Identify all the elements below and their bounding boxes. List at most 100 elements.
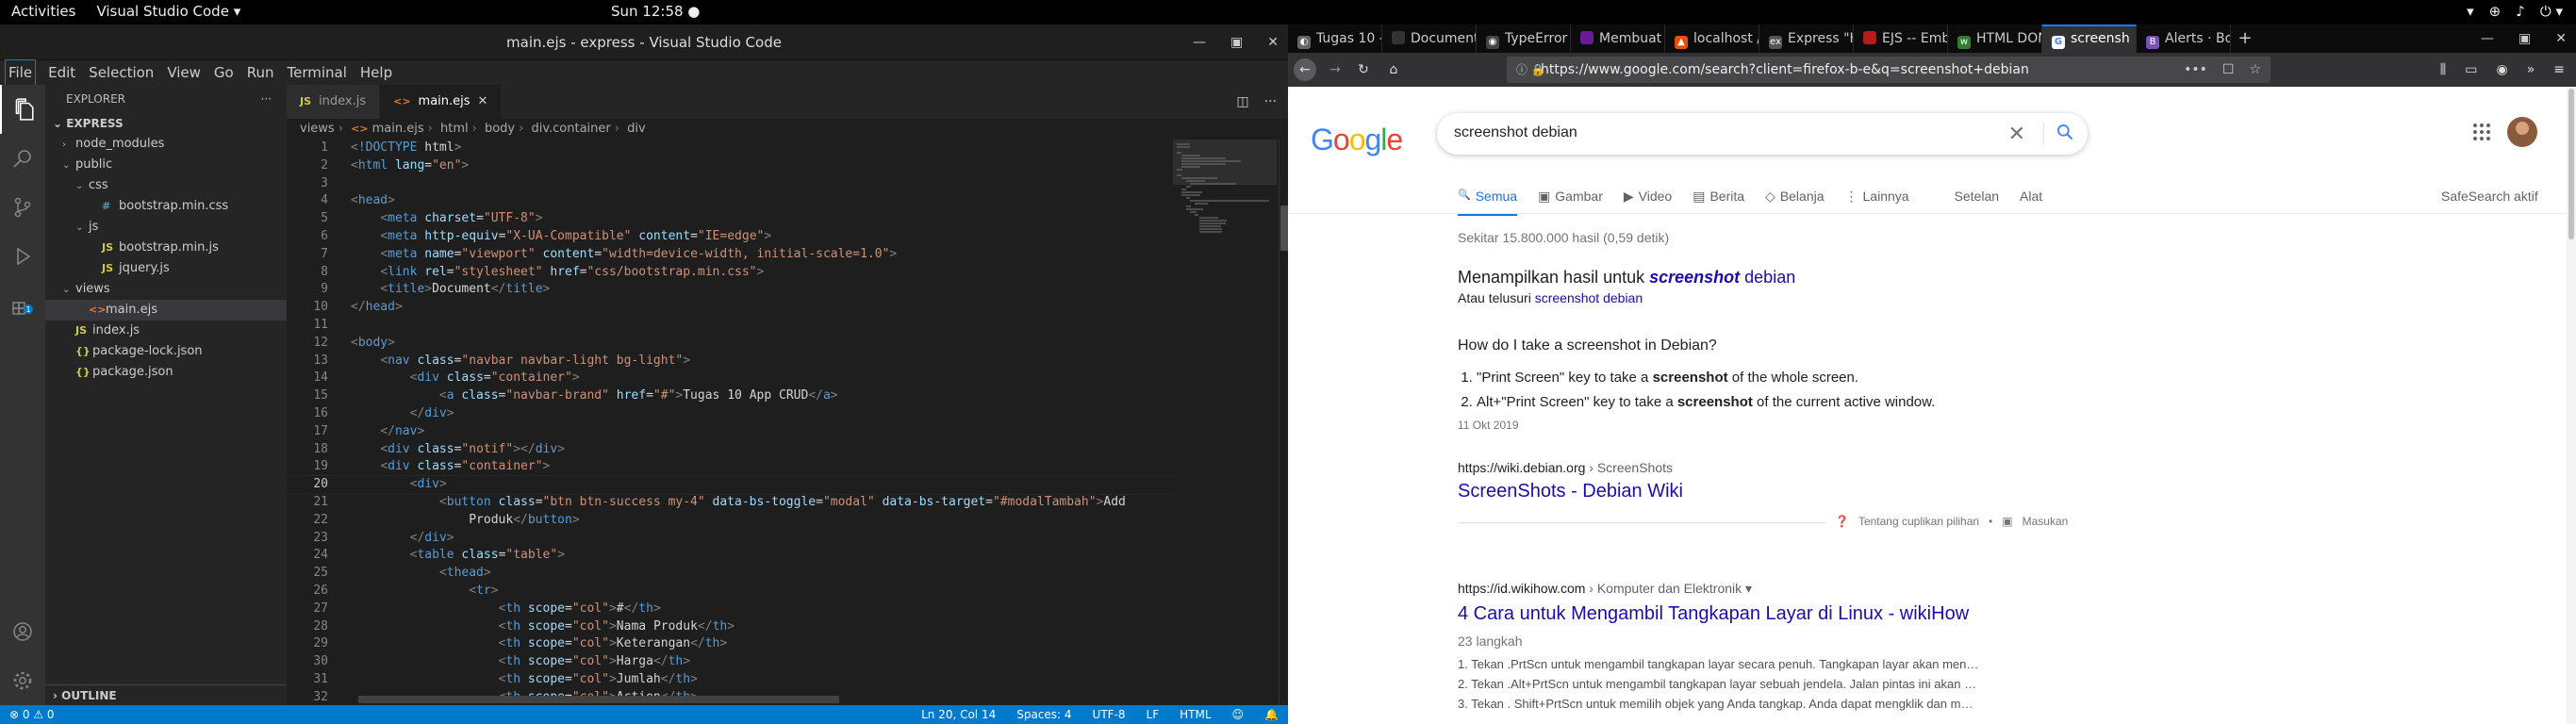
system-tray[interactable]: ▾ ⊕ ♪ ⏻ ▾ [2467,3,2563,20]
code-line[interactable]: 4 <head> [287,192,1173,210]
page-scrollbar[interactable] [2567,87,2576,724]
more-actions-icon[interactable]: ··· [1264,85,1277,119]
maximize-button[interactable]: ▣ [2518,25,2531,53]
code-line[interactable]: 9 <title>Document</title> [287,281,1173,299]
code-line[interactable]: 24 <table class="table"> [287,547,1173,565]
code-line[interactable]: 2 <html lang="en"> [287,157,1173,175]
indentation[interactable]: Spaces: 4 [1016,705,1071,724]
result-url[interactable]: https://wiki.debian.org › ScreenShots [1458,460,1673,475]
feedback-link[interactable]: Masukan [2023,515,2069,528]
code-line[interactable]: 12 <body> [287,335,1173,353]
search-input[interactable]: screenshot debian [1454,124,1577,141]
breadcrumb-item[interactable]: div [627,122,646,136]
tree-item[interactable]: ⌄ views [45,279,287,300]
code-editor[interactable]: 1 <!DOCTYPE html> 2 <html lang="en"> 3 4 <head… [287,140,1173,705]
tree-item[interactable]: ⌄ js [45,217,287,238]
breadcrumb-item[interactable]: div.container [531,122,610,136]
tree-item[interactable]: ⌄ public [45,155,287,175]
code-line[interactable]: 7 <meta name="viewport" content="width=d… [287,246,1173,264]
apps-grid-icon[interactable] [2472,123,2491,147]
menu-selection[interactable]: Selection [89,60,154,85]
menu-help[interactable]: Help [360,60,392,85]
scrollbar-thumb[interactable] [1280,206,1288,251]
about-snippet-link[interactable]: Tentang cuplikan pilihan [1858,515,1979,528]
breadcrumb-item[interactable]: main.ejs [372,122,424,136]
code-line[interactable]: 29 <th scope="col">Keterangan</th> [287,635,1173,653]
maximize-button[interactable]: ▣ [1230,25,1243,60]
clock[interactable]: Sun 12:58 ● [611,3,700,20]
browser-tab[interactable]: Membuat C [1571,25,1665,53]
reload-icon[interactable]: ↻ [1352,58,1375,81]
tree-item[interactable]: ⌄ css [45,175,287,196]
extensions-icon[interactable]: 1 [0,281,45,330]
code-line[interactable]: 31 <th scope="col">Jumlah</th> [287,671,1173,689]
code-line[interactable]: 23 </div> [287,530,1173,548]
code-line[interactable]: 13 <nav class="navbar navbar-light bg-li… [287,353,1173,370]
tree-item[interactable]: <>main.ejs [45,300,287,321]
account-icon[interactable]: ◉ [2496,58,2507,81]
breadcrumb-item[interactable]: body [485,122,515,136]
original-query-link[interactable]: screenshot debian [1535,290,1643,305]
cursor-position[interactable]: Ln 20, Col 14 [921,705,996,724]
search-icon[interactable] [0,134,45,183]
vertical-scrollbar[interactable] [1279,140,1288,705]
search-box[interactable]: screenshot debian ✕ [1437,113,2088,155]
source-control-icon[interactable] [0,183,45,232]
code-line[interactable]: 18 <div class="notif"></div> [287,441,1173,459]
hamburger-menu-icon[interactable]: ≡ [2553,58,2565,81]
settings-link[interactable]: Setelan [1955,189,1999,216]
library-icon[interactable]: ⫼ [2440,58,2446,81]
browser-tab[interactable]: Document [1382,25,1477,53]
result-title-link[interactable]: ScreenShots - Debian Wiki [1458,481,1683,502]
explorer-icon[interactable] [0,85,45,134]
home-icon[interactable]: ⌂ [1382,58,1405,81]
forward-button[interactable]: → [1324,58,1346,81]
code-line[interactable]: 11 [287,317,1173,335]
code-line[interactable]: 17 </nav> [287,423,1173,441]
code-line[interactable]: 25 <thead> [287,565,1173,583]
code-line[interactable]: 10 </head> [287,299,1173,317]
code-line[interactable]: 28 <th scope="col">Nama Produk</th> [287,618,1173,636]
settings-gear-icon[interactable] [0,656,45,705]
close-button[interactable]: ✕ [1267,25,1279,60]
code-line[interactable]: 27 <th scope="col">#</th> [287,601,1173,618]
tree-item[interactable]: › node_modules [45,134,287,155]
google-logo[interactable]: Google [1311,123,1403,157]
page-actions-icon[interactable]: ••• [2184,57,2207,83]
code-line[interactable]: 15 <a class="navbar-brand" href="#">Tuga… [287,387,1173,405]
activities-button[interactable]: Activities [11,3,75,20]
clear-icon[interactable]: ✕ [2008,122,2025,146]
menu-file[interactable]: File [4,59,37,86]
tree-item[interactable]: {} package.json [45,362,287,383]
tab-gambar[interactable]: ▣ Gambar [1538,189,1603,216]
safesearch-status[interactable]: SafeSearch aktif [2441,189,2538,204]
code-line[interactable]: 8 <link rel="stylesheet" href="css/boots… [287,264,1173,282]
code-line[interactable]: 26 <tr> [287,583,1173,601]
tab-index-js[interactable]: JS index.js [287,85,381,119]
browser-tab[interactable]: Gscreensh [2042,25,2137,53]
language-mode[interactable]: HTML [1180,705,1211,724]
feedback-icon[interactable]: ☺ [1232,705,1245,724]
code-line[interactable]: 20 <div> [287,475,1173,495]
tree-item[interactable]: {} package-lock.json [45,341,287,362]
minimize-button[interactable]: — [1193,25,1206,60]
corrected-query-link[interactable]: screenshot [1649,268,1740,287]
sidebar-icon[interactable]: ▭ [2465,58,2477,81]
line-ending[interactable]: LF [1147,705,1160,724]
bookmark-star-icon[interactable]: ☆ [2249,57,2261,83]
minimize-button[interactable]: — [2481,25,2494,53]
menu-view[interactable]: View [167,60,201,85]
problems-indicator[interactable]: ⊗ 0 ⚠ 0 [9,705,55,724]
minimap[interactable] [1173,140,1277,705]
code-line[interactable]: 19 <div class="container"> [287,458,1173,476]
app-menu[interactable]: Visual Studio Code ▾ [96,3,240,20]
breadcrumb-item[interactable]: views [300,122,335,136]
outline-section-header[interactable]: › OUTLINE [45,684,287,705]
new-tab-button[interactable]: + [2231,25,2259,53]
close-tab-icon[interactable]: ✕ [478,85,488,119]
tab-berita[interactable]: ▤ Berita [1693,189,1744,216]
browser-tab[interactable]: ex Express "H [1759,25,1854,53]
avatar[interactable] [2507,117,2537,147]
result-url[interactable]: https://id.wikihow.com › Komputer dan El… [1458,581,1752,597]
scrollbar-thumb[interactable] [2568,89,2574,239]
